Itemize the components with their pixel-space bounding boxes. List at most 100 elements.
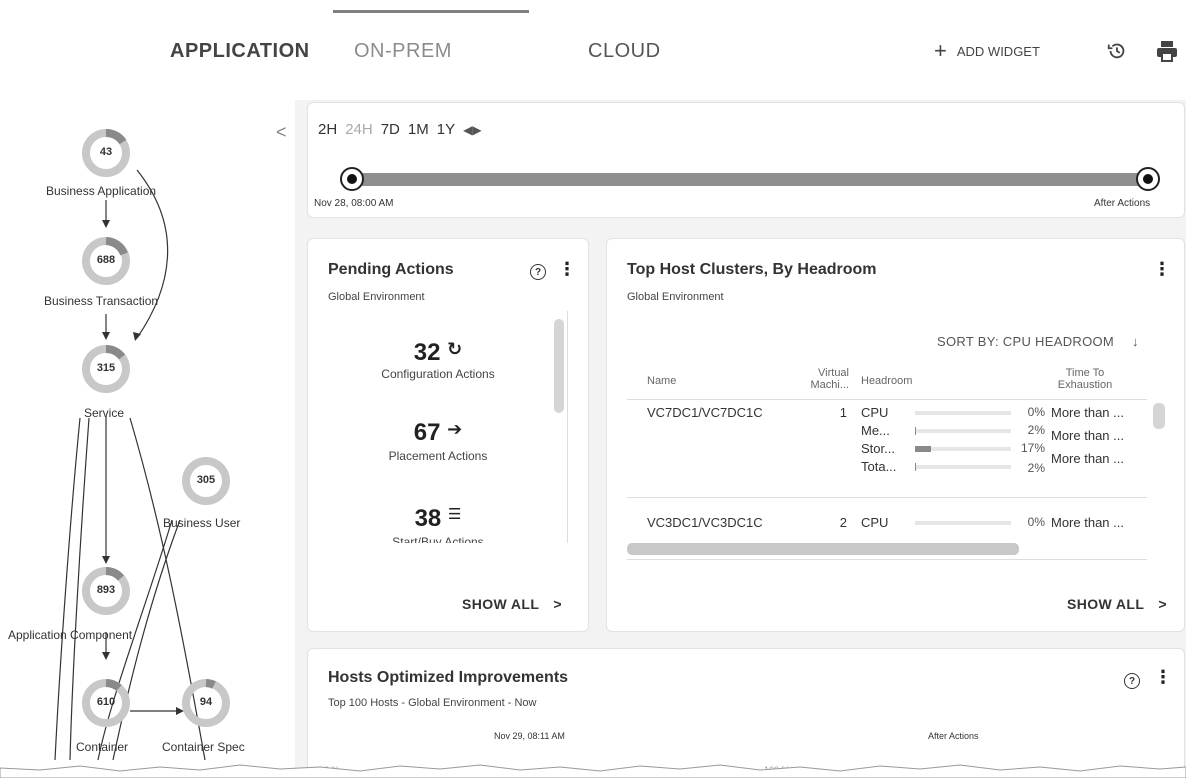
metric-label: Tota... [861,459,897,474]
timeline-end-handle[interactable] [1136,167,1160,191]
vm-count: 1 [839,405,847,420]
more-menu-icon[interactable]: ⋮ [1154,667,1172,688]
node-label: Business User [163,516,241,530]
cluster-name: VC7DC1/VC7DC1C [647,405,763,420]
card-title: Hosts Optimized Improvements [328,669,569,686]
placement-count: 67 [413,419,441,446]
metric-label: Me... [861,423,890,438]
plus-icon: + [934,38,947,63]
header-line: Time To [1065,367,1105,379]
top-host-clusters-card: Top Host Clusters, By Headroom Global En… [606,238,1185,632]
node-count: 610 [96,696,116,708]
action-label: Placement Actions [388,449,488,463]
range-24h[interactable]: 24H [345,121,373,138]
business-application-node[interactable]: 43 [81,128,131,183]
help-icon[interactable]: ? [530,264,546,280]
column-header-headroom[interactable]: Headroom [861,375,912,387]
application-component-node[interactable]: 893 [81,566,131,621]
vertical-scrollbar[interactable] [554,319,564,413]
action-count[interactable]: 32 ↻ [358,339,518,367]
chevron-right-icon: > [553,596,562,612]
timeline-slider-track[interactable] [352,173,1148,186]
step-arrows-icon[interactable]: ◀▶ [463,123,481,137]
column-header-name[interactable]: Name [647,375,676,387]
time-to-exhaustion: More than ... [1051,515,1124,530]
business-transaction-node[interactable]: 688 [81,236,131,291]
show-all-button[interactable]: SHOW ALL > [462,596,562,612]
node-count: 688 [96,254,116,266]
column-header-vms[interactable]: Virtual Machi... [791,367,849,391]
chevron-right-icon: > [1158,596,1167,612]
range-7d[interactable]: 7D [381,121,400,138]
action-count[interactable]: 38 ☰ [358,505,518,533]
more-menu-icon[interactable]: ⋮ [1153,259,1171,280]
card-subtitle: Global Environment [328,291,425,303]
card-title: Pending Actions [328,261,454,278]
actions-list: 32 ↻ Configuration Actions 67 ➔ Placemen… [308,311,590,543]
container-spec-node[interactable]: 94 [181,678,231,733]
refresh-icon: ↻ [447,339,463,359]
node-label: Service [84,406,125,420]
metric-percent: 0% [1027,405,1045,419]
range-2h[interactable]: 2H [318,121,337,138]
show-all-label: SHOW ALL [462,596,540,612]
after-caption: After Actions [928,731,979,741]
metric-percent: 2% [1027,423,1045,437]
configuration-count: 32 [413,339,441,366]
container-node[interactable]: 610 [81,678,131,733]
action-label: Start/Buy Actions [392,535,484,543]
before-caption: Nov 29, 08:11 AM [494,731,565,741]
start-buy-count: 38 [414,505,442,532]
column-header-time-to-exhaustion[interactable]: Time To Exhaustion [1035,367,1135,391]
node-count: 305 [196,474,216,486]
node-label: Business Application [46,184,157,198]
node-label: Application Component [8,628,133,642]
tab-on-prem[interactable]: ON-PREM [354,40,452,63]
timeline-card: 2H 24H 7D 1M 1Y ◀▶ Nov 28, 08:00 AM Afte… [307,102,1185,218]
show-all-button[interactable]: SHOW ALL > [1067,596,1167,612]
headroom-bar [915,521,1011,525]
sort-control[interactable]: SORT BY: CPU HEADROOM ↓ [937,334,1139,349]
headroom-bar [915,465,1011,469]
node-count: 94 [199,696,213,708]
node-count: 893 [96,584,116,596]
business-user-node[interactable]: 305 [181,456,231,511]
add-widget-button[interactable]: + ADD WIDGET [934,40,1040,62]
sort-label: SORT BY: CPU HEADROOM [937,334,1115,349]
time-range-selector: 2H 24H 7D 1M 1Y ◀▶ [318,121,482,138]
time-to-exhaustion: More than ... [1051,428,1124,443]
torn-edge-decoration [0,764,1186,778]
tab-cloud[interactable]: CLOUD [588,40,661,63]
more-menu-icon[interactable]: ⋮ [558,259,576,280]
show-all-label: SHOW ALL [1067,596,1145,612]
help-icon[interactable]: ? [1124,673,1140,689]
metric-percent: 17% [1020,441,1045,455]
tab-application[interactable]: APPLICATION [170,40,310,63]
card-subtitle: Top 100 Hosts - Global Environment - Now [328,697,537,709]
node-count: 315 [96,362,116,374]
list-icon: ☰ [447,506,462,523]
supply-chain-connectors [54,169,206,761]
metric-label: CPU [861,515,889,530]
time-to-exhaustion: More than ... [1051,451,1124,466]
header-line: Virtual [818,367,849,379]
action-count[interactable]: 67 ➔ [358,419,518,447]
timeline-start-handle[interactable] [340,167,364,191]
print-icon[interactable] [1154,38,1180,64]
metric-percent: 0% [1027,515,1045,529]
node-count: 43 [99,146,113,158]
action-label: Configuration Actions [381,367,495,381]
top-bar: APPLICATION ON-PREM CLOUD + ADD WIDGET [0,0,1186,100]
cluster-name: VC3DC1/VC3DC1C [647,515,763,530]
range-1m[interactable]: 1M [408,121,429,138]
range-1y[interactable]: 1Y [437,121,455,138]
arrow-right-icon: ➔ [447,419,463,439]
scroll-divider [567,311,568,543]
active-tab-indicator [333,10,529,13]
arrow-down-icon: ↓ [1131,334,1139,349]
service-node[interactable]: 315 [81,344,131,399]
history-icon[interactable] [1104,38,1130,64]
vertical-scrollbar[interactable] [1153,403,1165,429]
horizontal-scrollbar[interactable] [627,543,1019,555]
metric-percent: 2% [1027,461,1045,475]
